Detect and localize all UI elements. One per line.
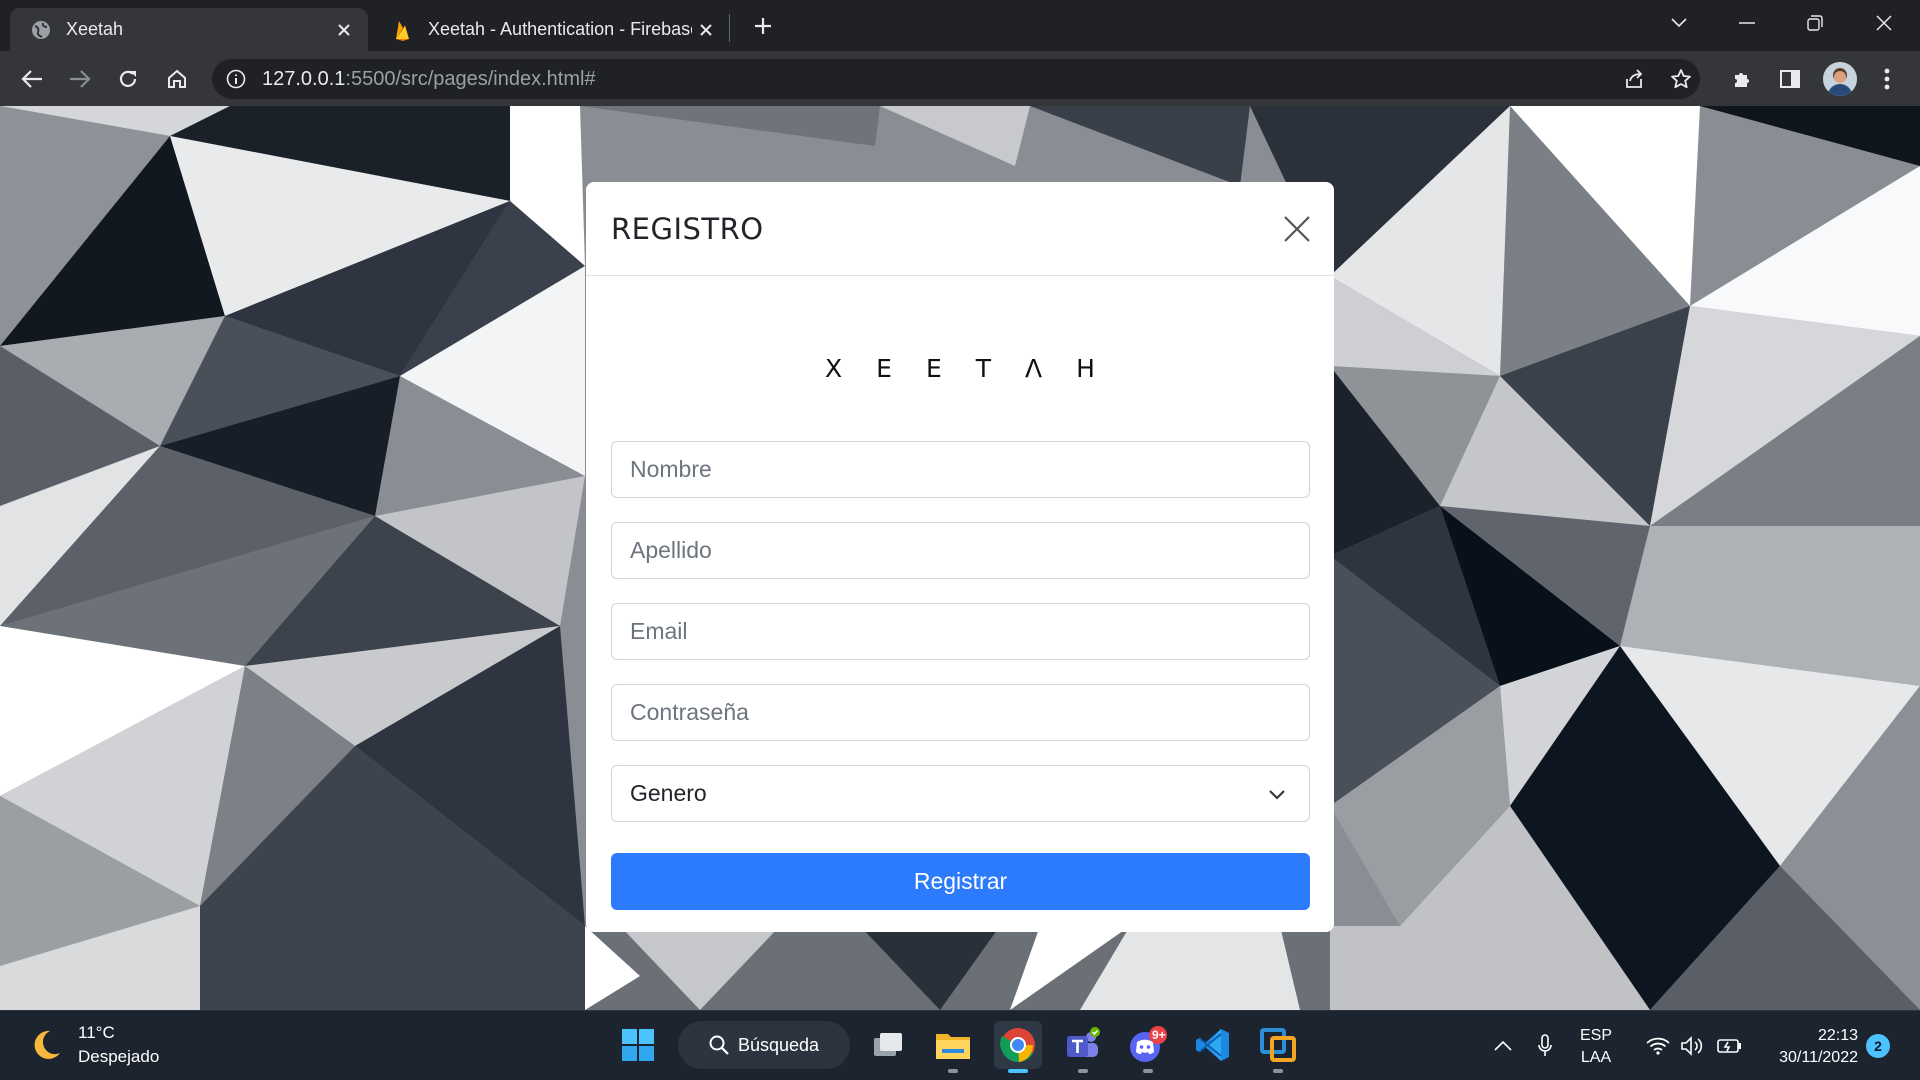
register-modal: REGISTRO XEETΛH Genero Registrar (586, 182, 1334, 932)
tab-search-chevron-icon[interactable] (1659, 6, 1699, 40)
search-icon (709, 1035, 729, 1055)
clock-date: 30/11/2022 (1779, 1049, 1858, 1066)
windows-taskbar: 11°C Despejado Búsqueda 9+ ESP LAA 22:13… (0, 1010, 1920, 1080)
apellido-input[interactable] (612, 523, 1309, 578)
side-panel-icon[interactable] (1774, 63, 1806, 95)
tab-title: Xeetah (66, 19, 124, 39)
notification-badge[interactable]: 2 (1866, 1034, 1890, 1058)
minimize-icon[interactable] (1727, 6, 1767, 40)
extensions-puzzle-icon[interactable] (1727, 63, 1759, 95)
globe-icon (30, 19, 52, 41)
teams-icon[interactable] (1059, 1021, 1107, 1073)
profile-avatar[interactable] (1823, 62, 1857, 96)
nombre-field[interactable] (611, 441, 1310, 498)
url-host: 127.0.0.1 (262, 68, 346, 90)
browser-toolbar: 127.0.0.1:5500/src/pages/index.html# (0, 51, 1920, 106)
password-field[interactable] (611, 684, 1310, 741)
close-window-icon[interactable] (1864, 6, 1904, 40)
tab-divider (729, 14, 730, 42)
password-input[interactable] (612, 685, 1309, 740)
chevron-down-icon (1269, 790, 1285, 800)
tab-firebase[interactable]: Xeetah - Authentication - Firebase (372, 8, 730, 51)
chrome-icon[interactable] (994, 1021, 1042, 1073)
taskbar-search[interactable]: Búsqueda (678, 1021, 850, 1069)
tab-title: Xeetah - Authentication - Firebase (428, 19, 692, 39)
running-indicator (1273, 1069, 1283, 1073)
close-icon[interactable] (1278, 210, 1316, 248)
vscode-icon[interactable] (1189, 1021, 1237, 1069)
running-indicator (1008, 1069, 1028, 1073)
bookmark-star-icon[interactable] (1667, 65, 1695, 93)
menu-kebab-icon[interactable] (1871, 63, 1903, 95)
file-explorer-icon[interactable] (929, 1021, 977, 1073)
running-indicator (1143, 1069, 1153, 1073)
microphone-icon[interactable] (1532, 1011, 1558, 1080)
nombre-input[interactable] (612, 442, 1309, 497)
windows-start-icon[interactable] (614, 1021, 662, 1069)
running-indicator (948, 1069, 958, 1073)
running-indicator (1078, 1069, 1088, 1073)
task-view-icon[interactable] (864, 1021, 912, 1069)
weather-temp: 11°C (78, 1023, 115, 1042)
weather-widget[interactable]: 11°C Despejado (28, 1021, 159, 1069)
forward-arrow-icon[interactable] (64, 63, 96, 95)
address-bar[interactable]: 127.0.0.1:5500/src/pages/index.html# (212, 59, 1700, 99)
modal-title: REGISTRO (611, 212, 764, 246)
clock-time: 22:13 (1817, 1027, 1858, 1044)
apellido-field[interactable] (611, 522, 1310, 579)
genero-select[interactable]: Genero (611, 765, 1310, 822)
search-label: Búsqueda (738, 1034, 820, 1055)
moon-icon (34, 1030, 60, 1059)
xeetah-logo: XEETΛH (825, 354, 1129, 383)
close-tab-icon[interactable] (330, 16, 358, 44)
tab-xeetah[interactable]: Xeetah (10, 8, 368, 51)
genero-selected: Genero (630, 780, 707, 806)
modal-header: REGISTRO (586, 182, 1334, 276)
weather-desc: Despejado (78, 1047, 160, 1066)
email-field[interactable] (611, 603, 1310, 660)
new-tab-plus-icon[interactable] (749, 12, 777, 40)
lang-line1: ESP (1580, 1027, 1613, 1044)
registrar-button[interactable]: Registrar (611, 853, 1310, 910)
tab-strip: Xeetah Xeetah - Authentication - Firebas… (0, 0, 1920, 51)
close-tab-icon[interactable] (692, 16, 720, 44)
discord-icon[interactable]: 9+ (1124, 1021, 1172, 1073)
discord-badge: 9+ (1152, 1028, 1166, 1042)
battery-charging-icon[interactable] (1716, 1011, 1744, 1080)
lang-line2: LAA (1580, 1049, 1612, 1066)
email-input[interactable] (612, 604, 1309, 659)
volume-icon[interactable] (1679, 1011, 1705, 1080)
home-icon[interactable] (161, 63, 193, 95)
taskbar-clock[interactable]: 22:13 30/11/2022 (1762, 1025, 1858, 1069)
input-language[interactable]: ESP LAA (1580, 1025, 1612, 1069)
reload-icon[interactable] (112, 63, 144, 95)
wifi-icon[interactable] (1645, 1011, 1671, 1080)
firebase-icon (392, 19, 414, 41)
site-info-icon[interactable] (224, 67, 248, 91)
tray-chevron-up-icon[interactable] (1490, 1011, 1516, 1080)
url-text: 127.0.0.1:5500/src/pages/index.html# (262, 68, 596, 91)
restore-icon[interactable] (1795, 6, 1835, 40)
page-viewport: REGISTRO XEETΛH Genero Registrar (0, 106, 1920, 1010)
url-path: :5500/src/pages/index.html# (345, 68, 596, 90)
virtualbox-icon[interactable] (1254, 1021, 1302, 1073)
back-arrow-icon[interactable] (16, 63, 48, 95)
share-icon[interactable] (1620, 65, 1648, 93)
